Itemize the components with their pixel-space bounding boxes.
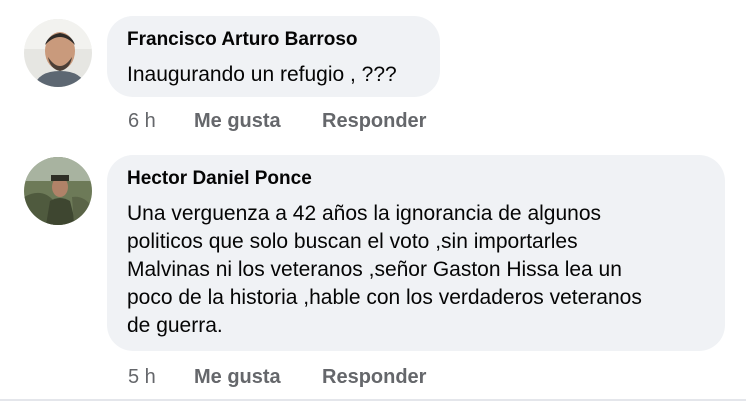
comment-author[interactable]: Hector Daniel Ponce [127,168,312,190]
comment-text: Inaugurando un refugio , ??? [127,63,397,86]
comment-bubble: Hector Daniel Ponce Una verguenza a 42 a… [107,155,725,351]
user-avatar-francisco-icon [24,19,92,87]
comment-text: Una verguenza a 42 años la ignorancia de… [127,202,642,337]
reply-button[interactable]: Responder [322,110,426,133]
like-button[interactable]: Me gusta [194,110,281,133]
comment-bubble: Francisco Arturo Barroso Inaugurando un … [107,16,440,97]
comment-author[interactable]: Francisco Arturo Barroso [127,29,358,51]
like-button[interactable]: Me gusta [194,366,281,389]
comment-timestamp[interactable]: 5 h [128,366,156,389]
reply-button[interactable]: Responder [322,366,426,389]
user-avatar-hector-icon [24,157,92,225]
avatar[interactable] [24,157,92,225]
divider [0,399,746,401]
comment-timestamp[interactable]: 6 h [128,110,156,133]
avatar[interactable] [24,19,92,87]
